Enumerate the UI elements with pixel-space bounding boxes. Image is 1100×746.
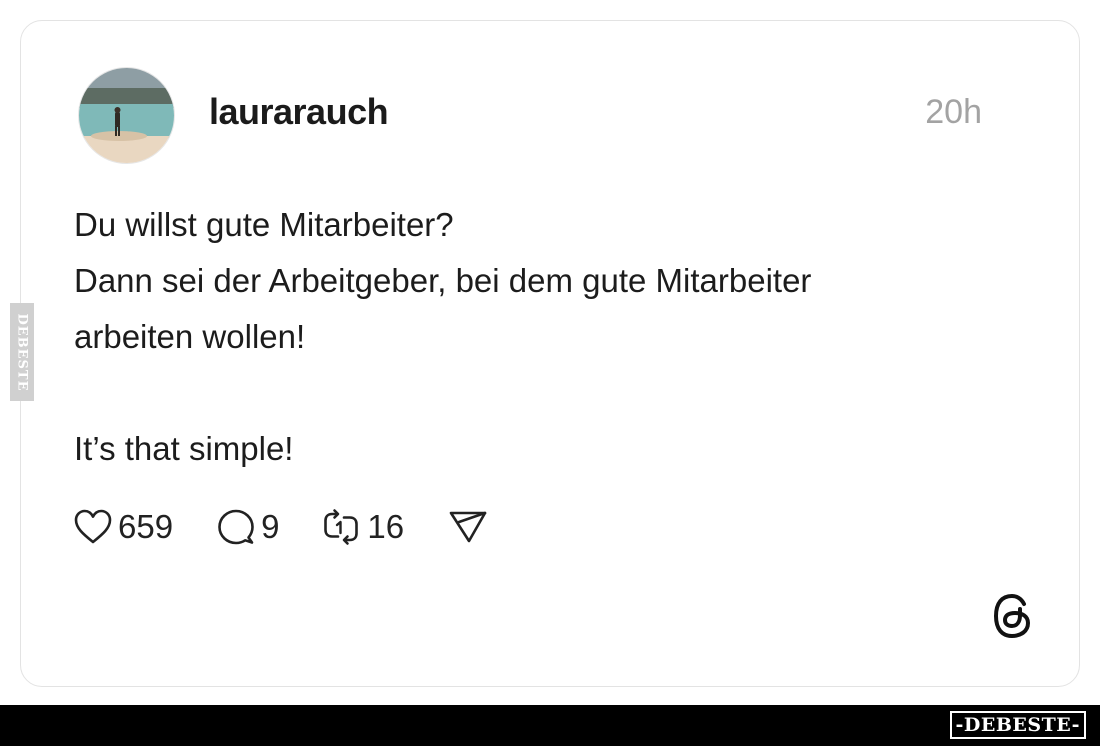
post-line-1: Du willst gute Mitarbeiter?: [74, 206, 454, 243]
repost-count: 16: [367, 508, 405, 545]
post-line-3: arbeiten wollen!: [74, 318, 306, 355]
side-watermark: DEBESTE: [10, 303, 34, 401]
send-icon: [449, 511, 487, 543]
like-count: 659: [118, 508, 174, 545]
repost-button[interactable]: 16: [321, 508, 404, 546]
like-button[interactable]: 659: [74, 508, 173, 546]
post-timestamp: 20h: [925, 93, 982, 131]
reply-button[interactable]: 9: [217, 508, 279, 546]
bottom-watermark-bar: -DEBESTE-: [0, 705, 1100, 746]
comment-icon: [218, 509, 254, 545]
threads-logo-icon: [994, 594, 1030, 638]
post-text: Du willst gute Mitarbeiter? Dann sei der…: [74, 197, 1034, 477]
username[interactable]: laurarauch: [209, 91, 389, 133]
bottom-watermark-text: -DEBESTE-: [955, 714, 1080, 736]
reply-count: 9: [261, 508, 280, 545]
repost-icon: [324, 509, 359, 545]
action-bar: 659 9 16: [74, 503, 488, 551]
side-watermark-text: DEBESTE: [14, 312, 30, 392]
profile-photo: [79, 68, 174, 163]
heart-icon: [74, 509, 112, 544]
post-line-5: It’s that simple!: [74, 430, 294, 467]
share-button[interactable]: [448, 509, 488, 545]
avatar[interactable]: [78, 67, 175, 164]
post-card: laurarauch 20h Du willst gute Mitarbeite…: [20, 20, 1080, 687]
bottom-watermark-badge: -DEBESTE-: [949, 711, 1086, 739]
post-line-2: Dann sei der Arbeitgeber, bei dem gute M…: [74, 262, 812, 299]
